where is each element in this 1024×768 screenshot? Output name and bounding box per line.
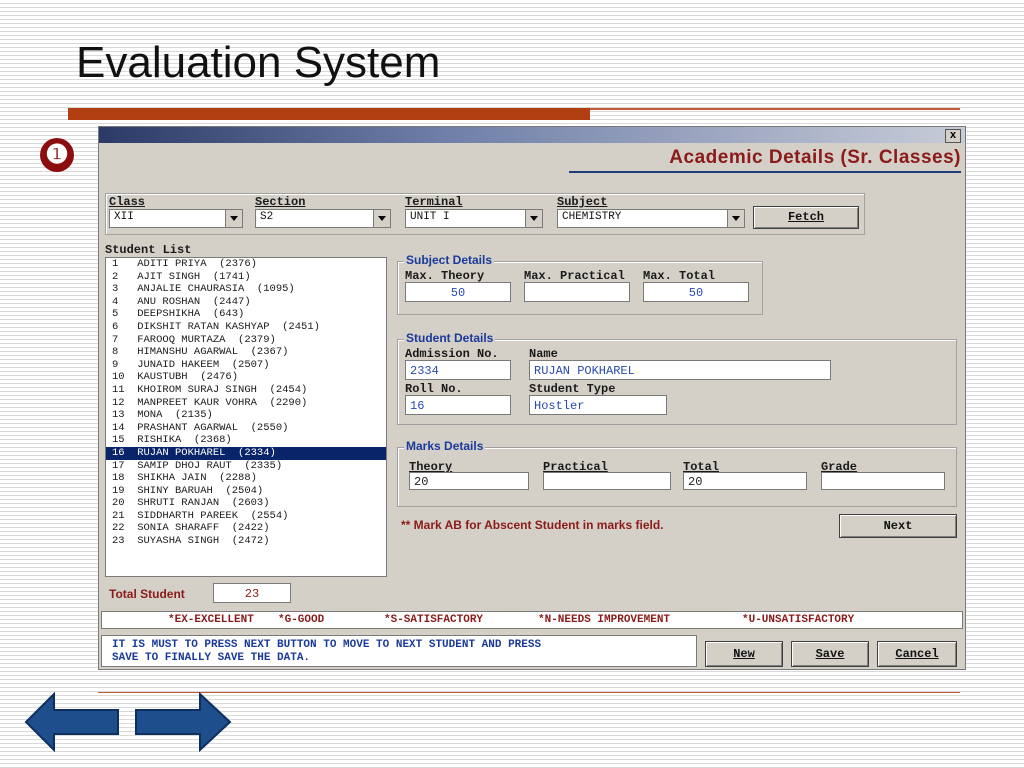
class-select-value: XII [114, 211, 134, 223]
marks-details-legend: Marks Details [404, 439, 486, 453]
total-student-field: 23 [213, 583, 291, 603]
academic-details-window: x Academic Details (Sr. Classes) Class X… [98, 126, 966, 670]
form-title: Academic Details (Sr. Classes) [669, 147, 961, 168]
student-list-item[interactable]: 15 RISHIKA (2368) [106, 434, 386, 447]
terminal-label: Terminal [405, 195, 463, 209]
window-titlebar: x [99, 127, 965, 143]
student-list-item[interactable]: 11 KHOIROM SURAJ SINGH (2454) [106, 384, 386, 397]
student-list-item[interactable]: 16 RUJAN POKHAREL (2334) [106, 446, 386, 460]
student-list-item[interactable]: 5 DEEPSHIKHA (643) [106, 308, 386, 321]
name-field[interactable]: RUJAN POKHAREL [529, 360, 831, 380]
theory-field[interactable]: 20 [409, 472, 529, 490]
student-list-item[interactable]: 12 MANPREET KAUR VOHRA (2290) [106, 397, 386, 410]
subject-details-legend: Subject Details [404, 253, 495, 267]
max-practical-field[interactable] [524, 282, 630, 302]
student-list-item[interactable]: 20 SHRUTI RANJAN (2603) [106, 497, 386, 510]
section-select-value: S2 [260, 211, 274, 223]
roll-label: Roll No. [405, 382, 463, 396]
total-student-label: Total Student [109, 587, 185, 601]
student-list-item[interactable]: 18 SHIKHA JAIN (2288) [106, 472, 386, 485]
absent-hint: ** Mark AB for Abscent Student in marks … [401, 518, 664, 532]
max-total-label: Max. Total [643, 269, 716, 283]
chevron-down-icon [230, 216, 238, 221]
terminal-select[interactable]: UNIT I [405, 209, 543, 228]
practical-field[interactable] [543, 472, 671, 490]
grade-legend-strip: *EX-EXCELLENT *G-GOOD *S-SATISFACTORY *N-NE… [101, 611, 963, 629]
student-list-item[interactable]: 2 AJIT SINGH (1741) [106, 271, 386, 284]
arrow-right-icon[interactable] [134, 690, 234, 754]
student-type-field[interactable]: Hostler [529, 395, 667, 415]
instruction-note-line1: IT IS MUST TO PRESS NEXT BUTTON TO MOVE … [112, 639, 542, 651]
student-list-item[interactable]: 21 SIDDHARTH PAREEK (2554) [106, 510, 386, 523]
grade-legend-item: *S-SATISFACTORY [384, 614, 484, 626]
slide-title: Evaluation System [76, 38, 441, 87]
form-title-underline [569, 171, 961, 173]
student-list-item[interactable]: 10 KAUSTUBH (2476) [106, 371, 386, 384]
instruction-note-line2: SAVE TO FINALLY SAVE THE DATA. [112, 652, 311, 664]
chevron-down-icon [378, 216, 386, 221]
section-label: Section [255, 195, 306, 209]
student-list-item[interactable]: 7 FAROOQ MURTAZA (2379) [106, 334, 386, 347]
bullet-number-icon: ❶ [40, 138, 74, 172]
next-button[interactable]: Next [839, 514, 957, 538]
chevron-down-icon [530, 216, 538, 221]
terminal-dropdown-button[interactable] [525, 210, 542, 227]
max-total-field[interactable]: 50 [643, 282, 749, 302]
class-select[interactable]: XII [109, 209, 243, 228]
max-theory-field[interactable]: 50 [405, 282, 511, 302]
subject-label: Subject [557, 195, 608, 209]
cancel-button[interactable]: Cancel [877, 641, 957, 667]
grade-field[interactable] [821, 472, 945, 490]
instruction-note: IT IS MUST TO PRESS NEXT BUTTON TO MOVE … [101, 635, 697, 667]
terminal-select-value: UNIT I [410, 211, 450, 223]
student-list-item[interactable]: 23 SUYASHA SINGH (2472) [106, 535, 386, 548]
fetch-button[interactable]: Fetch [753, 206, 859, 229]
student-list-item[interactable]: 17 SAMIP DHOJ RAUT (2335) [106, 460, 386, 473]
chevron-down-icon [732, 216, 740, 221]
student-list-item[interactable]: 9 JUNAID HAKEEM (2507) [106, 359, 386, 372]
student-list-item[interactable]: 14 PRASHANT AGARWAL (2550) [106, 422, 386, 435]
title-accent-line [590, 108, 960, 110]
student-list-item[interactable]: 6 DIKSHIT RATAN KASHYAP (2451) [106, 321, 386, 334]
save-button[interactable]: Save [791, 641, 869, 667]
class-dropdown-button[interactable] [225, 210, 242, 227]
student-list-item[interactable]: 22 SONIA SHARAFF (2422) [106, 522, 386, 535]
new-button[interactable]: New [705, 641, 783, 667]
student-list[interactable]: 1 ADITI PRIYA (2376) 2 AJIT SINGH (1741) 3… [105, 257, 387, 577]
title-accent-bar [68, 108, 590, 120]
close-icon[interactable]: x [945, 129, 961, 143]
section-select[interactable]: S2 [255, 209, 391, 228]
student-list-item[interactable]: 19 SHINY BARUAH (2504) [106, 485, 386, 498]
grade-legend-item: *EX-EXCELLENT [168, 614, 254, 626]
grade-legend-item: *N-NEEDS IMPROVEMENT [538, 614, 671, 626]
student-list-item[interactable]: 13 MONA (2135) [106, 409, 386, 422]
admission-field[interactable]: 2334 [405, 360, 511, 380]
grade-legend-item: *G-GOOD [278, 614, 325, 626]
subject-select-value: CHEMISTRY [562, 211, 622, 223]
student-details-legend: Student Details [404, 331, 496, 345]
section-dropdown-button[interactable] [373, 210, 390, 227]
student-list-label: Student List [105, 243, 192, 257]
student-list-item[interactable]: 4 ANU ROSHAN (2447) [106, 296, 386, 309]
roll-field[interactable]: 16 [405, 395, 511, 415]
student-list-item[interactable]: 1 ADITI PRIYA (2376) [106, 258, 386, 271]
student-type-label: Student Type [529, 382, 616, 396]
admission-label: Admission No. [405, 347, 499, 361]
class-label: Class [109, 195, 146, 209]
student-list-item[interactable]: 8 HIMANSHU AGARWAL (2367) [106, 346, 386, 359]
max-practical-label: Max. Practical [524, 269, 625, 283]
name-label: Name [529, 347, 558, 361]
arrow-left-icon[interactable] [24, 690, 120, 754]
grade-legend-item: *U-UNSATISFACTORY [742, 614, 855, 626]
total-field[interactable]: 20 [683, 472, 807, 490]
student-list-item[interactable]: 3 ANJALIE CHAURASIA (1095) [106, 283, 386, 296]
subject-dropdown-button[interactable] [727, 210, 744, 227]
max-theory-label: Max. Theory [405, 269, 485, 283]
subject-select[interactable]: CHEMISTRY [557, 209, 745, 228]
